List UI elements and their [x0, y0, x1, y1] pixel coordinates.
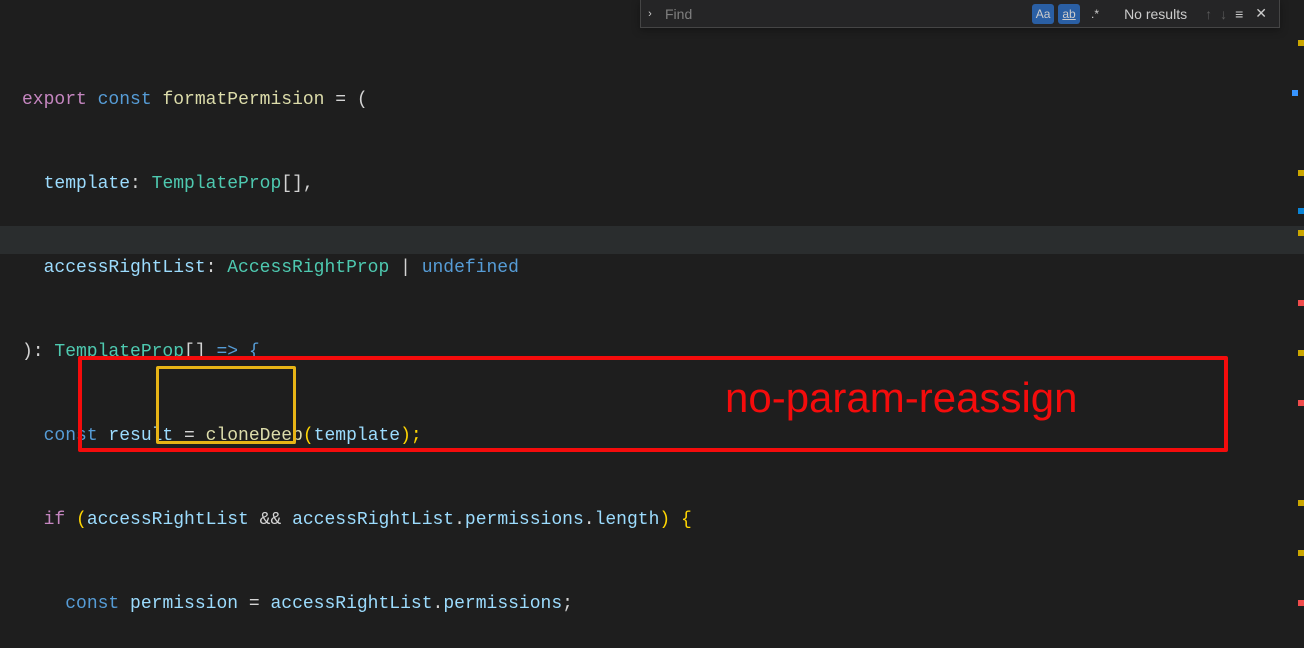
code-pane[interactable]: export const formatPermision = ( templat… [0, 0, 1304, 648]
find-in-selection-button[interactable]: ≡ [1235, 6, 1243, 22]
ruler-warning-mark [1298, 170, 1304, 176]
code-line: accessRightList: AccessRightProp | undef… [22, 254, 1304, 282]
ruler-error-mark [1298, 600, 1304, 606]
code-line: if (accessRightList && accessRightList.p… [22, 506, 1304, 534]
ruler-warning-mark [1298, 230, 1304, 236]
ruler-warning-mark [1298, 550, 1304, 556]
find-prev-button[interactable]: ↑ [1205, 6, 1212, 22]
ruler-error-mark [1298, 300, 1304, 306]
find-close-button[interactable]: ✕ [1251, 5, 1271, 22]
code-line: ): TemplateProp[] => { [22, 338, 1304, 366]
code-line: template: TemplateProp[], [22, 170, 1304, 198]
regex-toggle[interactable]: .* [1084, 4, 1106, 24]
ruler-warning-mark [1298, 40, 1304, 46]
ruler-warning-mark [1298, 350, 1304, 356]
match-case-toggle[interactable]: Aa [1032, 4, 1054, 24]
find-options: Aa ab .* [1032, 4, 1114, 24]
overview-ruler[interactable] [1292, 0, 1304, 648]
ruler-warning-mark [1298, 500, 1304, 506]
find-toggle-replace[interactable]: › [641, 0, 659, 27]
find-next-button[interactable]: ↓ [1220, 6, 1227, 22]
find-results-label: No results [1114, 6, 1197, 22]
find-input[interactable] [659, 0, 1032, 27]
find-nav: ↑ ↓ ≡ ✕ [1197, 5, 1279, 22]
editor-area: export const formatPermision = ( templat… [0, 0, 1304, 648]
ruler-info-mark [1292, 90, 1298, 96]
code-line: const result = cloneDeep(template); [22, 422, 1304, 450]
code-line: const permission = accessRightList.permi… [22, 590, 1304, 618]
ruler-error-mark [1298, 400, 1304, 406]
code-line: export const formatPermision = ( [22, 86, 1304, 114]
ruler-cursor-mark [1298, 208, 1304, 214]
chevron-right-icon: › [648, 8, 652, 20]
find-widget: › Aa ab .* No results ↑ ↓ ≡ ✕ [640, 0, 1280, 28]
match-whole-word-toggle[interactable]: ab [1058, 4, 1080, 24]
